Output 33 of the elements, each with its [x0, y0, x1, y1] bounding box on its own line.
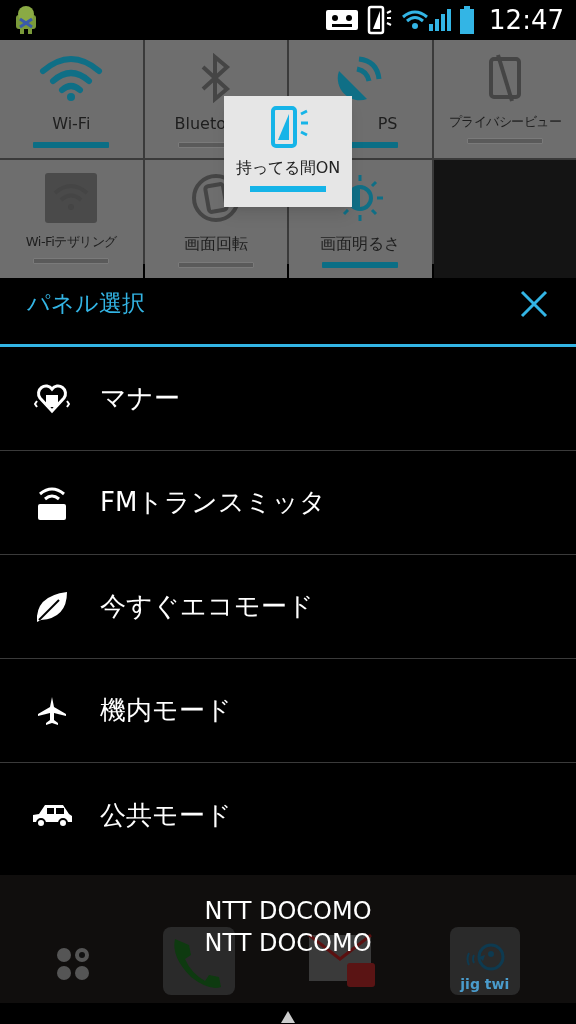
app-label: jig twi: [460, 977, 510, 991]
option-label: FMトランスミッタ: [100, 486, 327, 519]
app-drawer-icon: [56, 947, 91, 981]
fm-radio-icon: [35, 484, 69, 521]
carrier-name: NTT DOCOMO: [204, 896, 372, 927]
tile-label: Wi-Fi: [52, 113, 91, 135]
hold-screen-on-popup[interactable]: 持ってる間ON: [224, 96, 352, 207]
expand-up-icon: [280, 1010, 296, 1024]
battery-icon: [459, 6, 476, 34]
phone-hold-icon: [367, 5, 394, 35]
tile-label: 画面明るさ: [320, 233, 401, 255]
carrier-name: NTT DOCOMO: [204, 928, 372, 959]
wifi-tethering-icon: [45, 173, 98, 223]
wifi-icon: [39, 55, 104, 101]
voicemail-icon: [325, 8, 360, 32]
tile-label: 画面回転: [183, 233, 248, 255]
tile-label: Wi-Fiテザリング: [25, 233, 117, 251]
quick-setting-tile[interactable]: プライバシービュー: [433, 40, 576, 158]
tile-label: PS: [377, 113, 399, 135]
quick-setting-tile[interactable]: Wi-Fiテザリング: [0, 160, 143, 278]
option-label: 機内モード: [100, 694, 232, 727]
tile-label: プライバシービュー: [448, 113, 561, 131]
option-label: 公共モード: [100, 798, 232, 832]
car-icon: [31, 802, 73, 828]
option-label: マナー: [100, 382, 180, 415]
wifi-signal-icon: [401, 8, 452, 32]
jig-twi-app-icon[interactable]: jig twi: [449, 927, 520, 995]
clock: 12:47: [489, 3, 564, 37]
quick-setting-tile[interactable]: Wi-Fi: [0, 40, 143, 158]
tile-label: Blueto: [173, 113, 226, 135]
privacy-view-icon: [487, 53, 522, 103]
option-label: 今すぐエコモード: [100, 590, 314, 623]
panel-title: パネル選択: [27, 289, 145, 319]
